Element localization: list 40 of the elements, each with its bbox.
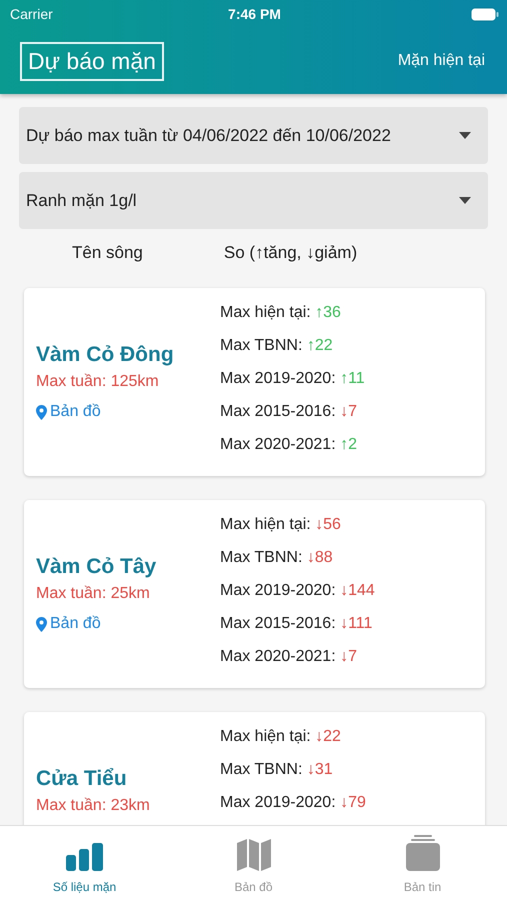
comparison-text: Max TBNN: ↓88 bbox=[220, 548, 334, 568]
dropdown-select[interactable]: Ranh mặn 1g/l bbox=[19, 172, 488, 229]
map-link[interactable]: Bản đồ bbox=[36, 615, 101, 633]
tab[interactable]: Bản đồ bbox=[169, 826, 338, 900]
max-week-text: Max tuần: 125km bbox=[36, 373, 159, 391]
carrier-label: Carrier bbox=[10, 6, 53, 22]
comparison-text: Max 2020-2021: ↑2 bbox=[220, 435, 358, 455]
stack-icon bbox=[406, 835, 440, 871]
map-link[interactable]: Bản đồ bbox=[36, 403, 101, 421]
max-week-text: Max tuần: 25km bbox=[36, 585, 150, 603]
comparison-text: Max 2020-2021: ↓7 bbox=[220, 647, 358, 667]
river-name: Cửa Tiểu bbox=[36, 767, 127, 791]
comparison-text: Max TBNN: ↑22 bbox=[220, 336, 334, 356]
river-name: Vàm Cỏ Tây bbox=[36, 555, 156, 579]
screen-title: Dự báo mặn bbox=[20, 42, 164, 80]
river-name: Vàm Cỏ Đông bbox=[36, 343, 174, 367]
column-header: So (↑tăng, ↓giảm) bbox=[224, 243, 358, 263]
comparison-text: Max 2019-2020: ↓144 bbox=[220, 581, 375, 601]
map-icon bbox=[236, 839, 270, 871]
comparison-text: Max TBNN: ↓31 bbox=[220, 760, 334, 780]
comparison-text: Max hiện tại: ↓56 bbox=[220, 515, 342, 535]
comparison-text: Max 2015-2016: ↓111 bbox=[220, 614, 374, 634]
comparison-text: Max hiện tại: ↓22 bbox=[220, 727, 342, 747]
comparison-text: Max hiện tại: ↑36 bbox=[220, 303, 342, 323]
pin-icon bbox=[36, 404, 47, 420]
tab[interactable]: Số liệu mặn bbox=[0, 826, 169, 900]
comparison-text: Max 2019-2020: ↑11 bbox=[220, 369, 365, 389]
caret-icon bbox=[459, 197, 471, 204]
column-header: Tên sông bbox=[72, 243, 143, 263]
max-week-text: Max tuần: 23km bbox=[36, 797, 150, 815]
bar-chart-icon bbox=[66, 843, 104, 871]
clock-time: 7:46 PM bbox=[228, 6, 281, 22]
pin-icon bbox=[36, 616, 47, 632]
tab[interactable]: Bản tin bbox=[338, 826, 507, 900]
battery-icon bbox=[470, 8, 499, 20]
caret-icon bbox=[459, 132, 471, 139]
current-salinity-button[interactable]: Mặn hiện tại bbox=[398, 48, 485, 74]
comparison-text: Max 2019-2020: ↓79 bbox=[220, 793, 366, 813]
comparison-text: Max 2015-2016: ↓7 bbox=[220, 402, 358, 422]
dropdown-select[interactable]: Dự báo max tuần từ 04/06/2022 đến 10/06/2022 bbox=[19, 107, 488, 164]
